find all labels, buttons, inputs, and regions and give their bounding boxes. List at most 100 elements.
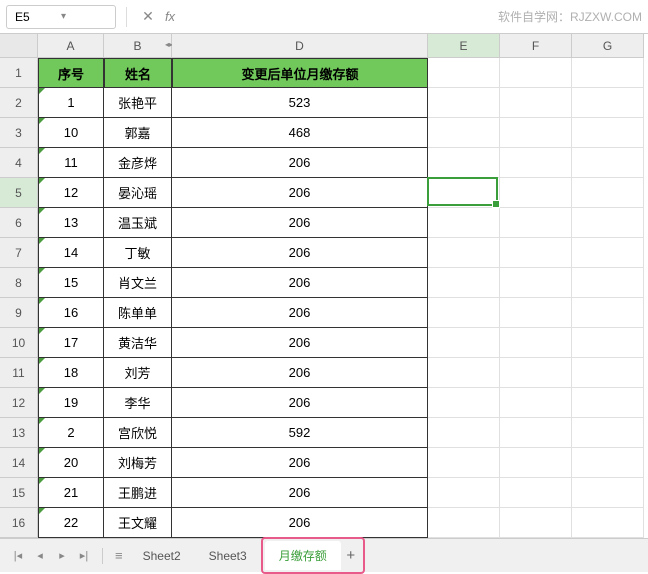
cell-name-7[interactable]: 陈单单 [104, 298, 172, 328]
cell-g16[interactable] [572, 508, 644, 538]
cell-e7[interactable] [428, 238, 500, 268]
sheet-nav-next[interactable]: ▸ [52, 546, 72, 566]
cell-e12[interactable] [428, 388, 500, 418]
row-header-9[interactable]: 9 [0, 298, 38, 328]
cell-g8[interactable] [572, 268, 644, 298]
row-header-16[interactable]: 16 [0, 508, 38, 538]
cell-name-11[interactable]: 宫欣悦 [104, 418, 172, 448]
cell-g5[interactable] [572, 178, 644, 208]
cell-amount-7[interactable]: 206 [172, 298, 428, 328]
cell-g6[interactable] [572, 208, 644, 238]
tab-monthly-deposit[interactable]: 月缴存额 [265, 541, 341, 570]
cell-seq-6[interactable]: 15 [38, 268, 104, 298]
row-header-6[interactable]: 6 [0, 208, 38, 238]
row-header-2[interactable]: 2 [0, 88, 38, 118]
tab-sheet3[interactable]: Sheet3 [195, 543, 261, 569]
select-all-corner[interactable] [0, 34, 38, 58]
header-cell-seq[interactable]: 序号 [38, 58, 104, 88]
column-header-a[interactable]: A [38, 34, 104, 58]
cell-seq-2[interactable]: 11 [38, 148, 104, 178]
cell-amount-10[interactable]: 206 [172, 388, 428, 418]
cell-g2[interactable] [572, 88, 644, 118]
row-header-10[interactable]: 10 [0, 328, 38, 358]
cell-e13[interactable] [428, 418, 500, 448]
cell-amount-9[interactable]: 206 [172, 358, 428, 388]
column-header-f[interactable]: F [500, 34, 572, 58]
cancel-icon[interactable]: ✕ [137, 6, 159, 28]
cell-f3[interactable] [500, 118, 572, 148]
cell-f14[interactable] [500, 448, 572, 478]
cell-amount-13[interactable]: 206 [172, 478, 428, 508]
cell-f11[interactable] [500, 358, 572, 388]
column-header-d[interactable]: D [172, 34, 428, 58]
tab-sheet2[interactable]: Sheet2 [129, 543, 195, 569]
row-header-7[interactable]: 7 [0, 238, 38, 268]
cell-amount-12[interactable]: 206 [172, 448, 428, 478]
row-header-13[interactable]: 13 [0, 418, 38, 448]
cell-g7[interactable] [572, 238, 644, 268]
cell-seq-9[interactable]: 18 [38, 358, 104, 388]
column-header-e[interactable]: E [428, 34, 500, 58]
cell-f9[interactable] [500, 298, 572, 328]
cell-seq-14[interactable]: 22 [38, 508, 104, 538]
cell-seq-4[interactable]: 13 [38, 208, 104, 238]
cell-f10[interactable] [500, 328, 572, 358]
cell-f1[interactable] [500, 58, 572, 88]
row-header-15[interactable]: 15 [0, 478, 38, 508]
cell-name-6[interactable]: 肖文兰 [104, 268, 172, 298]
cell-e16[interactable] [428, 508, 500, 538]
cell-f5[interactable] [500, 178, 572, 208]
cell-g15[interactable] [572, 478, 644, 508]
cell-amount-8[interactable]: 206 [172, 328, 428, 358]
cell-e4[interactable] [428, 148, 500, 178]
cell-f7[interactable] [500, 238, 572, 268]
name-box[interactable]: E5 ▾ [6, 5, 116, 29]
header-cell-name[interactable]: 姓名 [104, 58, 172, 88]
cell-g10[interactable] [572, 328, 644, 358]
row-header-4[interactable]: 4 [0, 148, 38, 178]
cell-name-0[interactable]: 张艳平 [104, 88, 172, 118]
row-header-11[interactable]: 11 [0, 358, 38, 388]
sheet-list-icon[interactable]: ≡ [115, 548, 123, 563]
cell-amount-0[interactable]: 523 [172, 88, 428, 118]
cell-f16[interactable] [500, 508, 572, 538]
cell-f6[interactable] [500, 208, 572, 238]
cell-g1[interactable] [572, 58, 644, 88]
cell-e8[interactable] [428, 268, 500, 298]
cell-amount-14[interactable]: 206 [172, 508, 428, 538]
cell-f8[interactable] [500, 268, 572, 298]
cell-e11[interactable] [428, 358, 500, 388]
cell-e9[interactable] [428, 298, 500, 328]
cell-seq-3[interactable]: 12 [38, 178, 104, 208]
cell-seq-8[interactable]: 17 [38, 328, 104, 358]
cell-g11[interactable] [572, 358, 644, 388]
cell-seq-0[interactable]: 1 [38, 88, 104, 118]
row-header-1[interactable]: 1 [0, 58, 38, 88]
cell-name-5[interactable]: 丁敏 [104, 238, 172, 268]
cell-seq-11[interactable]: 2 [38, 418, 104, 448]
add-sheet-button[interactable]: + [341, 547, 361, 564]
cell-f13[interactable] [500, 418, 572, 448]
cell-e10[interactable] [428, 328, 500, 358]
cell-e14[interactable] [428, 448, 500, 478]
row-header-12[interactable]: 12 [0, 388, 38, 418]
cell-e6[interactable] [428, 208, 500, 238]
sheet-nav-last[interactable]: ▸| [74, 546, 94, 566]
cell-name-1[interactable]: 郭嘉 [104, 118, 172, 148]
cell-name-10[interactable]: 李华 [104, 388, 172, 418]
cell-amount-2[interactable]: 206 [172, 148, 428, 178]
cell-name-3[interactable]: 晏沁瑶 [104, 178, 172, 208]
cell-e15[interactable] [428, 478, 500, 508]
cell-amount-6[interactable]: 206 [172, 268, 428, 298]
row-header-3[interactable]: 3 [0, 118, 38, 148]
cell-amount-5[interactable]: 206 [172, 238, 428, 268]
cell-amount-3[interactable]: 206 [172, 178, 428, 208]
cell-g9[interactable] [572, 298, 644, 328]
cell-seq-7[interactable]: 16 [38, 298, 104, 328]
cell-g4[interactable] [572, 148, 644, 178]
cell-amount-4[interactable]: 206 [172, 208, 428, 238]
cell-name-13[interactable]: 王鹏进 [104, 478, 172, 508]
cell-seq-13[interactable]: 21 [38, 478, 104, 508]
cell-name-14[interactable]: 王文耀 [104, 508, 172, 538]
cell-seq-12[interactable]: 20 [38, 448, 104, 478]
